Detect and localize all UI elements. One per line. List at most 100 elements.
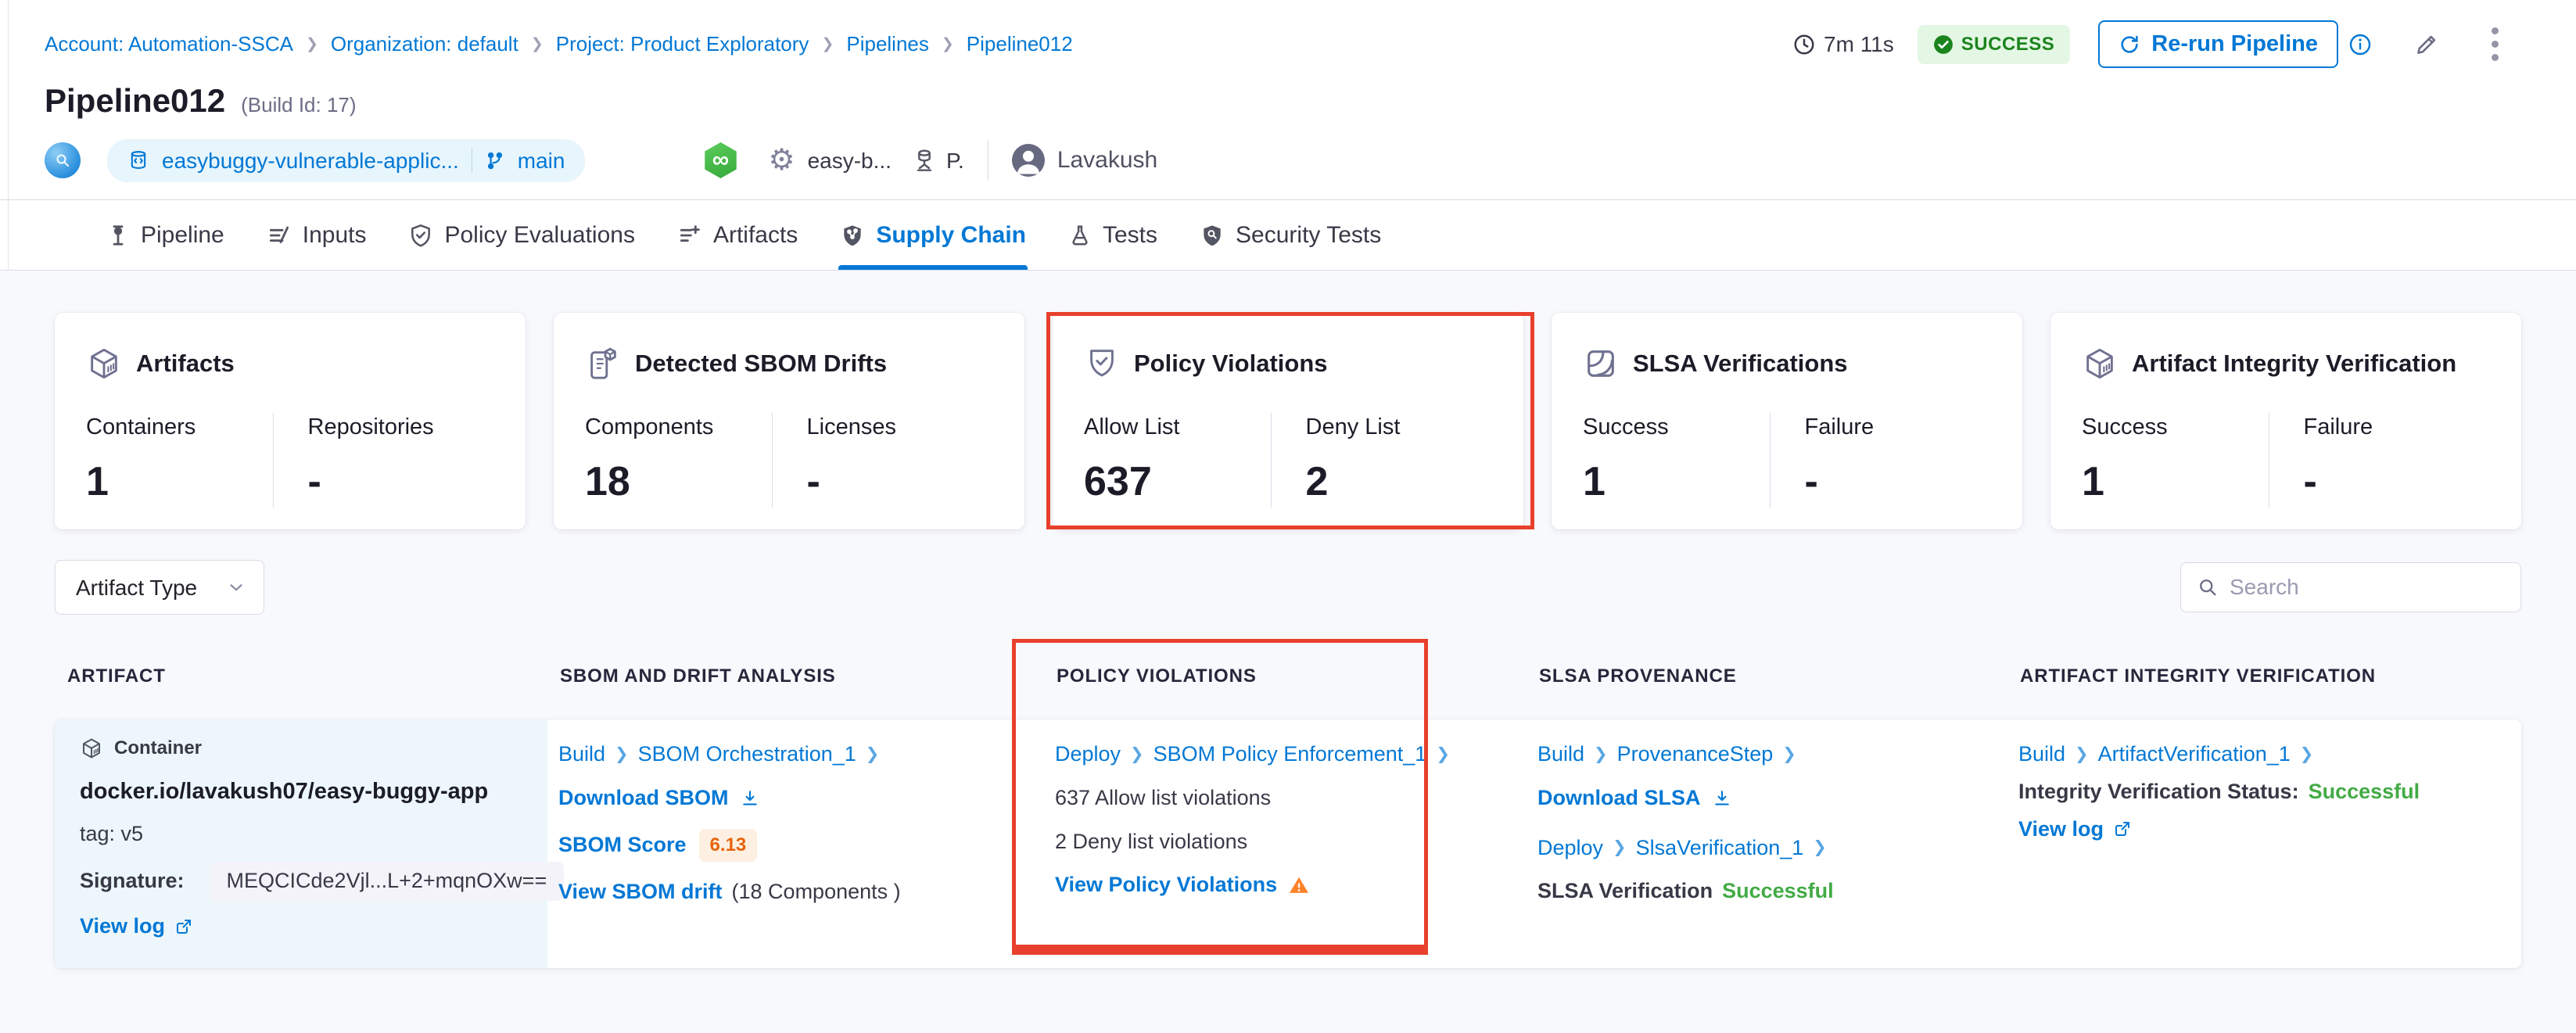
view-sbom-drift-link[interactable]: View SBOM drift [558, 879, 723, 906]
breadcrumb: Account: Automation-SSCA Organization: d… [45, 31, 1073, 57]
stage-link[interactable]: Build [2018, 741, 2065, 768]
download-sbom-link[interactable]: Download SBOM [558, 785, 760, 812]
repo-name[interactable]: easybuggy-vulnerable-applic... [162, 147, 459, 174]
artifact-type: Container [80, 737, 518, 760]
chevron-right-icon [1436, 744, 1450, 765]
metric-slsa-failure: Failure - [1770, 413, 1992, 508]
download-icon [740, 788, 760, 809]
user-avatar [1012, 144, 1045, 177]
gear-icon: ⚙ [768, 145, 795, 175]
stage-link[interactable]: Deploy [1055, 741, 1121, 768]
chevron-right-icon [1782, 744, 1796, 765]
slsa-status-value: Successful [1722, 878, 1834, 905]
table-row: Container docker.io/lavakush07/easy-bugg… [55, 719, 2521, 968]
nav-edge-divider [8, 0, 9, 271]
tab-security-tests[interactable]: Security Tests [1198, 200, 1383, 270]
artifact-view-log-link[interactable]: View log [80, 913, 518, 940]
tab-artifacts[interactable]: Artifacts [676, 200, 799, 270]
integrity-verification-status: Integrity Verification Status: Successfu… [2018, 779, 2502, 805]
card-artifacts: Artifacts Containers 1 Repositories - [55, 313, 526, 529]
cube-icon [2082, 346, 2118, 382]
slsa-provenance-cell: Build ProvenanceStep Download SLSA Deplo… [1527, 719, 2007, 968]
stage-link[interactable]: Deploy [1537, 835, 1603, 862]
card-slsa-verifications: SLSA Verifications Success 1 Failure - [1552, 313, 2022, 529]
metric-slsa-success: Success 1 [1583, 413, 1770, 508]
rerun-pipeline-button[interactable]: Re-run Pipeline [2098, 20, 2338, 68]
policy-step-breadcrumb: Deploy SBOM Policy Enforcement_1 [1055, 741, 1508, 768]
artifact-cell: Container docker.io/lavakush07/easy-bugg… [55, 719, 547, 968]
breadcrumb-pipelines[interactable]: Pipelines [846, 31, 929, 57]
tab-inputs[interactable]: Inputs [265, 200, 368, 270]
metric-integrity-failure: Failure - [2269, 413, 2491, 508]
slsa-verification-status: SLSA Verification Successful [1537, 878, 1989, 905]
shield-check-icon [1084, 346, 1120, 382]
stage-link[interactable]: Build [1537, 741, 1584, 768]
card-title: Artifact Integrity Verification [2132, 349, 2456, 379]
artifact-type-select[interactable]: Artifact Type [55, 560, 264, 615]
artifact-integrity-cell: Build ArtifactVerification_1 Integrity V… [2007, 719, 2521, 968]
metric-repositories: Repositories - [273, 413, 495, 508]
run-duration: 7m 11s [1792, 30, 1894, 58]
branch-name[interactable]: main [518, 147, 565, 174]
search-input[interactable] [2230, 575, 2512, 600]
triggered-by-user: Lavakush [1057, 145, 1157, 175]
more-options-kebab-icon[interactable] [2488, 24, 2502, 64]
col-artifact: ARTIFACT [55, 665, 547, 688]
breadcrumb-separator [306, 35, 318, 54]
metric-deny-list: Deny List 2 [1271, 413, 1493, 508]
search-box[interactable] [2180, 562, 2521, 612]
tab-pipeline[interactable]: Pipeline [105, 200, 226, 270]
slsa-icon [1583, 346, 1619, 382]
summary-cards: Artifacts Containers 1 Repositories - De… [0, 271, 2576, 529]
integrity-view-log-link[interactable]: View log [2018, 816, 2502, 843]
chevron-right-icon [2300, 744, 2314, 765]
stage-service-icon [912, 148, 937, 173]
repo-branch-pill[interactable]: easybuggy-vulnerable-applic... main [107, 139, 585, 182]
artifacts-list-icon [677, 223, 702, 248]
view-policy-violations-link[interactable]: View Policy Violations [1055, 872, 1310, 898]
metric-containers: Containers 1 [86, 413, 273, 508]
trigger-info: ∞ ⚙ easy-b... P. Lavakush [702, 140, 1157, 181]
step-link[interactable]: SlsaVerification_1 [1636, 835, 1804, 862]
breadcrumb-pipeline012[interactable]: Pipeline012 [967, 31, 1073, 57]
clock-icon [1792, 33, 1816, 56]
card-title: Artifacts [136, 349, 235, 379]
sbom-cell: Build SBOM Orchestration_1 Download SBOM… [547, 719, 1044, 968]
policy-violations-cell: Deploy SBOM Policy Enforcement_1 637 All… [1044, 719, 1527, 968]
stage-link[interactable]: Build [558, 741, 605, 768]
code-repo-provider-icon [45, 142, 81, 178]
allow-list-violations: 637 Allow list violations [1055, 785, 1508, 812]
step-link[interactable]: ProvenanceStep [1617, 741, 1774, 768]
tab-tests[interactable]: Tests [1067, 200, 1159, 270]
step-link[interactable]: SBOM Policy Enforcement_1 [1153, 741, 1427, 768]
stage-abbreviation: P. [946, 147, 964, 174]
breadcrumb-project[interactable]: Project: Product Exploratory [556, 31, 809, 57]
tab-supply-chain[interactable]: Supply Chain [838, 200, 1028, 270]
card-policy-violations: Policy Violations Allow List 637 Deny Li… [1053, 313, 1523, 529]
filter-row: Artifact Type [0, 560, 2576, 615]
signature-label: Signature: [80, 868, 185, 895]
chevron-right-icon [1130, 744, 1144, 765]
step-link[interactable]: ArtifactVerification_1 [2098, 741, 2291, 768]
sbom-score-link[interactable]: SBOM Score [558, 832, 687, 859]
signature-value: MEQCICde2Vjl...L+2+mqnOXw== [210, 862, 565, 901]
card-title: SLSA Verifications [1633, 349, 1848, 379]
check-circle-icon [1933, 34, 1954, 55]
sbom-step-breadcrumb: Build SBOM Orchestration_1 [558, 741, 1025, 768]
page-header: Account: Automation-SSCA Organization: d… [0, 0, 2576, 200]
metric-components: Components 18 [585, 413, 772, 508]
tab-policy-evaluations[interactable]: Policy Evaluations [407, 200, 636, 270]
breadcrumb-organization[interactable]: Organization: default [331, 31, 518, 57]
shield-check-icon [408, 223, 433, 248]
col-sbom: SBOM AND DRIFT ANALYSIS [547, 665, 1044, 688]
deny-list-violations: 2 Deny list violations [1055, 829, 1508, 855]
artifact-image-name: docker.io/lavakush07/easy-buggy-app [80, 777, 518, 805]
pipeline-icon [106, 224, 130, 247]
info-icon[interactable] [2348, 32, 2373, 57]
download-slsa-link[interactable]: Download SLSA [1537, 785, 1732, 812]
breadcrumb-account[interactable]: Account: Automation-SSCA [45, 31, 293, 57]
step-link[interactable]: SBOM Orchestration_1 [638, 741, 856, 768]
edit-pencil-icon[interactable] [2413, 31, 2440, 58]
chevron-right-icon [866, 744, 880, 765]
col-policy-violations: POLICY VIOLATIONS [1044, 665, 1527, 688]
